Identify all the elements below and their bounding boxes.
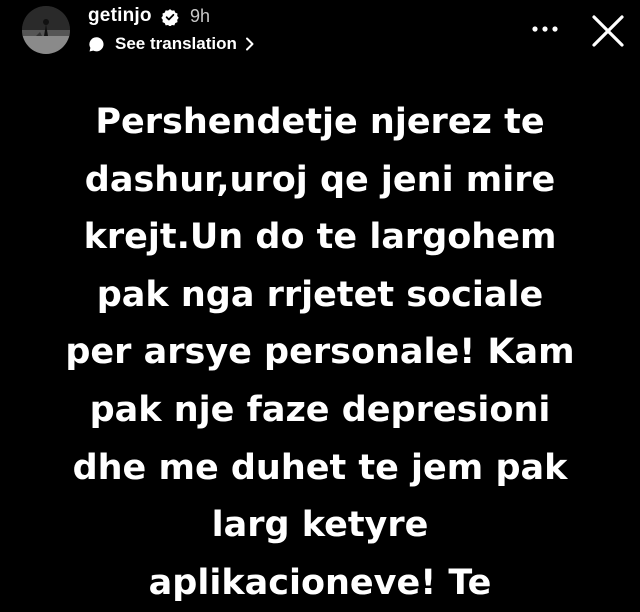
story-line: aplikacioneve! Te <box>148 562 492 603</box>
username[interactable]: getinjo <box>88 5 152 27</box>
verified-badge-icon <box>161 9 179 26</box>
chevron-right-icon <box>245 37 254 51</box>
story-header: getinjo 9h See translation <box>0 0 640 70</box>
story-line: pak nje faze depresioni <box>89 389 551 430</box>
more-options-icon[interactable] <box>530 24 560 34</box>
story-line: dashur,uroj qe jeni mire <box>84 159 556 200</box>
story-line: per arsye personale! Kam <box>65 332 575 373</box>
profile-avatar-icon[interactable] <box>22 6 70 54</box>
post-time: 9h <box>190 6 211 26</box>
story-text: Pershendetje njerez te dashur,uroj qe je… <box>20 94 620 612</box>
close-icon[interactable] <box>591 14 625 48</box>
story-line: larg ketyre <box>211 505 429 546</box>
story-line: pak nga rrjetet sociale <box>96 274 544 315</box>
speech-bubble-icon <box>89 36 104 52</box>
see-translation-button[interactable]: See translation <box>88 33 255 55</box>
story-line: krejt.Un do te largohem <box>83 217 557 258</box>
story-line: dhe me duhet te jem pak <box>72 447 568 488</box>
story-line: Pershendetje njerez te <box>95 102 545 142</box>
see-translation-label: See translation <box>115 34 237 53</box>
